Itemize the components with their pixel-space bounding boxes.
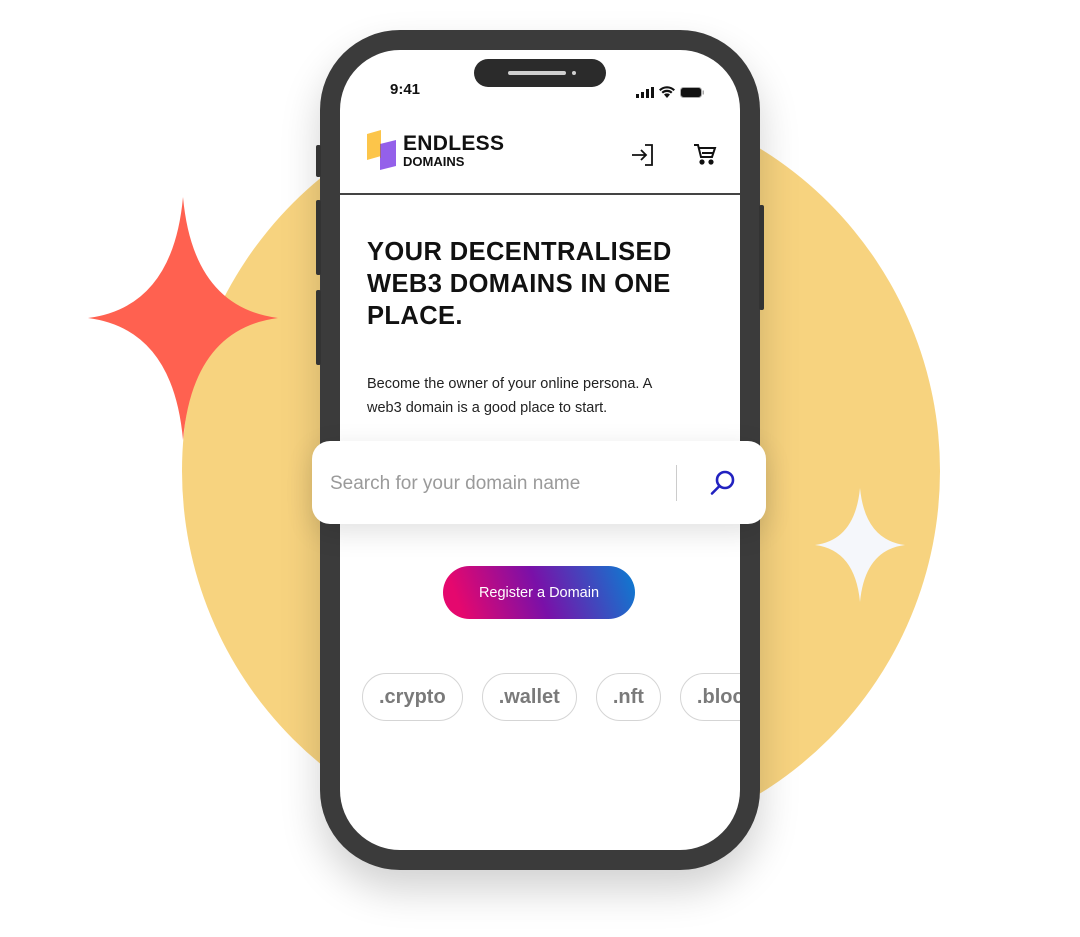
wifi-icon bbox=[659, 86, 675, 98]
phone-side-button bbox=[316, 200, 321, 275]
search-button[interactable] bbox=[702, 465, 742, 501]
chip-wallet[interactable]: .wallet bbox=[481, 673, 577, 721]
logo-text-endless: ENDLESS bbox=[403, 132, 505, 155]
hero-subtitle: Become the owner of your online persona.… bbox=[367, 376, 652, 416]
register-domain-button[interactable]: Register a Domain bbox=[443, 566, 635, 619]
endless-domains-logo[interactable] bbox=[366, 130, 402, 174]
search-icon bbox=[710, 470, 735, 495]
phone-side-button bbox=[759, 205, 764, 310]
domain-search-bar bbox=[312, 441, 766, 524]
chip-blockchain[interactable]: .blockchain bbox=[679, 673, 740, 721]
logo-text-domains: DOMAINS bbox=[403, 154, 465, 169]
red-sparkle-icon bbox=[88, 197, 278, 440]
status-time: 9:41 bbox=[390, 81, 421, 98]
chip-nft[interactable]: .nft bbox=[595, 673, 661, 721]
phone-side-button bbox=[316, 145, 321, 177]
tld-chips: .crypto .wallet .nft .blockchain bbox=[362, 673, 740, 721]
signal-icon bbox=[636, 87, 654, 98]
sign-in-icon[interactable] bbox=[630, 142, 656, 168]
search-divider bbox=[676, 465, 677, 501]
cart-icon[interactable] bbox=[693, 142, 717, 166]
battery-icon bbox=[680, 87, 704, 98]
hero-title: YOUR DECENTRALISED WEB3 DOMAINS IN ONE P… bbox=[367, 238, 672, 330]
chip-crypto[interactable]: .crypto bbox=[362, 673, 463, 721]
phone-side-button bbox=[316, 290, 321, 365]
domain-search-input[interactable] bbox=[328, 465, 672, 503]
white-sparkle-icon bbox=[815, 488, 905, 602]
dynamic-island bbox=[474, 59, 606, 87]
app-header: ENDLESS DOMAINS bbox=[340, 120, 740, 195]
